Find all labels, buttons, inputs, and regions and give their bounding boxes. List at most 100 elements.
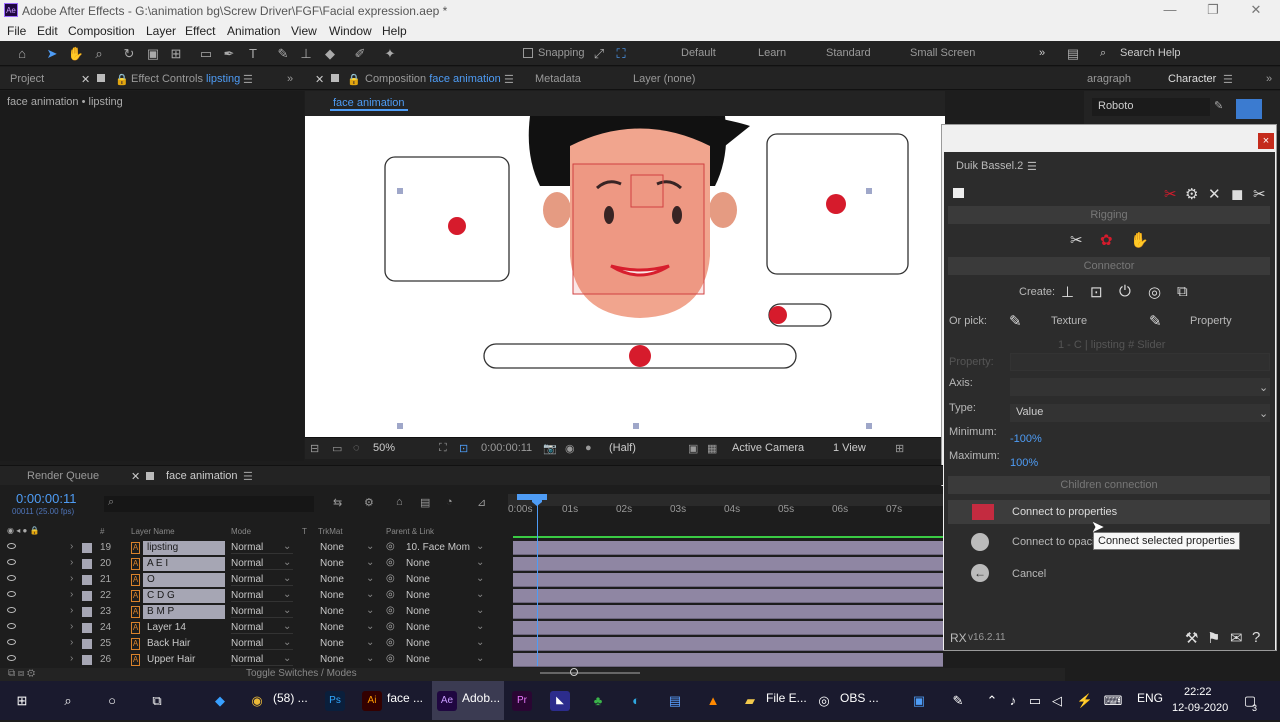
after-effects-taskbar-icon[interactable]: Ae — [437, 691, 457, 711]
tab-effect-controls[interactable]: Effect Controls lipsting — [131, 73, 240, 85]
label-color-icon[interactable] — [82, 575, 92, 585]
mask-icon[interactable]: ◌ — [353, 442, 360, 454]
expand-arrow-icon[interactable]: › — [70, 589, 73, 600]
zoom-tool-icon[interactable]: ⌕ — [90, 45, 108, 63]
workspaces-overflow-icon[interactable]: » — [1039, 47, 1045, 59]
layer-name[interactable]: Layer 14 — [143, 621, 225, 635]
roto-brush-tool-icon[interactable]: ✐ — [351, 45, 369, 63]
expand-arrow-icon[interactable]: › — [70, 605, 73, 616]
table-row[interactable]: › 25 A Back Hair Normal ⌄ None ⌄ ◎ None ⌄ — [0, 636, 510, 652]
layer-duration-bar[interactable] — [513, 589, 943, 603]
parent-select[interactable]: None — [406, 574, 484, 585]
illustrator-task[interactable]: face ... — [387, 691, 423, 711]
layer-duration-bar[interactable] — [513, 557, 943, 571]
connect-opacity-button[interactable]: Connect to opacity — [1012, 536, 1103, 548]
monitor-icon[interactable]: ▭ — [332, 442, 342, 455]
table-row[interactable]: › 21 A O Normal ⌄ None ⌄ ◎ None ⌄ — [0, 572, 510, 588]
pickwhip-icon[interactable]: ◎ — [386, 541, 395, 552]
puppet-tool-icon[interactable]: ✦ — [381, 45, 399, 63]
grid-icon[interactable]: ⊡ — [459, 442, 468, 455]
property-select[interactable] — [1010, 353, 1270, 371]
app-icon[interactable]: ♣ — [588, 691, 608, 711]
workspace-small-screen[interactable]: Small Screen — [910, 47, 975, 59]
maximum-value[interactable]: 100% — [1010, 457, 1038, 469]
menu-animation[interactable]: Animation — [227, 24, 280, 38]
toggle-switches-modes[interactable]: Toggle Switches / Modes — [246, 668, 357, 679]
label-color-icon[interactable] — [82, 623, 92, 633]
photoshop-icon[interactable]: Ps — [325, 691, 345, 711]
table-row[interactable]: › 24 A Layer 14 Normal ⌄ None ⌄ ◎ None ⌄ — [0, 620, 510, 636]
pickwhip-icon[interactable]: ◎ — [386, 557, 395, 568]
chrome-icon[interactable]: ◉ — [247, 691, 267, 711]
view-layout-dropdown[interactable]: 1 View — [833, 442, 866, 454]
label-color-icon[interactable] — [82, 655, 92, 665]
label-color-icon[interactable] — [82, 543, 92, 553]
tab-timeline-comp[interactable]: face animation — [166, 470, 238, 482]
notepad-icon[interactable]: ▤ — [665, 691, 685, 711]
menu-composition[interactable]: Composition — [68, 24, 135, 38]
camera-icon[interactable]: ◼ — [1231, 185, 1243, 203]
eyedropper-icon[interactable]: ✎ — [1214, 99, 1223, 112]
workspace-learn[interactable]: Learn — [758, 47, 786, 59]
type-tool-icon[interactable]: T — [244, 45, 262, 63]
snapshot-icon[interactable]: 📷 — [543, 442, 557, 455]
vlc-icon[interactable]: ▲ — [703, 691, 723, 711]
frame-blend-icon[interactable]: ▤ — [420, 496, 430, 509]
network-icon[interactable]: ⚡ — [1075, 691, 1095, 711]
language-indicator[interactable]: ENG — [1137, 691, 1163, 711]
rotate-tool-icon[interactable]: ↻ — [120, 45, 138, 63]
tray-chevron-icon[interactable]: ⌃ — [982, 691, 1002, 711]
layer-duration-bar[interactable] — [513, 541, 943, 555]
visibility-icon[interactable] — [7, 575, 16, 581]
camera-dropdown[interactable]: Active Camera — [732, 442, 804, 454]
hand-icon[interactable]: ✋ — [1130, 231, 1149, 249]
viewer-timecode[interactable]: 0:00:00:11 — [481, 442, 532, 454]
app-icon[interactable]: ◆ — [210, 691, 230, 711]
label-color-icon[interactable] — [82, 591, 92, 601]
pickwhip-icon[interactable]: ◎ — [386, 589, 395, 600]
pick-texture-label[interactable]: Texture — [1051, 315, 1087, 327]
graph-editor-icon[interactable]: ⊿ — [477, 496, 486, 509]
2d-slider-icon[interactable]: ⊡ — [1090, 283, 1103, 301]
pick-property-label[interactable]: Property — [1190, 315, 1232, 327]
media-encoder-icon[interactable]: ◣ — [550, 691, 570, 711]
edge-icon[interactable]: ◐ — [626, 691, 646, 711]
playhead[interactable] — [537, 496, 538, 666]
parent-select[interactable]: None — [406, 590, 484, 601]
connector-icon[interactable]: ✿ — [1100, 231, 1113, 249]
battery-icon[interactable]: ▭ — [1025, 691, 1045, 711]
label-color-icon[interactable] — [82, 559, 92, 569]
bug-icon[interactable]: ⚑ — [1207, 629, 1220, 647]
tab-composition[interactable]: Composition face animation — [365, 73, 501, 85]
clock-date[interactable]: 12-09-2020 — [1172, 702, 1228, 722]
wrench-icon[interactable]: ⚒ — [1185, 629, 1198, 647]
parent-select[interactable]: None — [406, 638, 484, 649]
minimum-value[interactable]: -100% — [1010, 433, 1042, 445]
visibility-icon[interactable] — [7, 591, 16, 597]
show-snapshot-icon[interactable]: ◉ — [565, 442, 575, 455]
lock-icon[interactable]: 🔒 — [347, 73, 361, 86]
home-icon[interactable]: ⌂ — [13, 45, 31, 63]
preview-icon[interactable]: ⊟ — [310, 442, 319, 455]
resolution-dropdown[interactable]: (Half) — [609, 442, 636, 454]
layer-duration-bar[interactable] — [513, 653, 943, 667]
pen-tool-icon[interactable]: ✒ — [220, 45, 238, 63]
snap-option-icon[interactable]: ⤢ — [590, 45, 608, 63]
panel-menu-icon[interactable]: ☰ — [243, 470, 253, 483]
search-icon[interactable]: ⌕ — [58, 691, 78, 711]
share-view-icon[interactable]: ⊞ — [895, 442, 904, 455]
illustrator-icon[interactable]: Ai — [362, 691, 382, 711]
menu-file[interactable]: File — [7, 24, 26, 38]
close-button[interactable]: ✕ — [1236, 2, 1276, 20]
zoom-slider[interactable] — [540, 672, 640, 674]
snapping-checkbox[interactable] — [523, 48, 533, 58]
region-icon[interactable]: ▣ — [688, 442, 698, 455]
after-effects-task[interactable]: Adob... — [462, 691, 500, 711]
table-row[interactable]: › 22 A C D G Normal ⌄ None ⌄ ◎ None ⌄ — [0, 588, 510, 604]
visibility-icon[interactable] — [7, 607, 16, 613]
layer-name[interactable]: Upper Hair — [143, 653, 225, 667]
effector-icon[interactable]: ⧉ — [1177, 283, 1188, 300]
table-row[interactable]: › 20 A A E I Normal ⌄ None ⌄ ◎ None ⌄ — [0, 556, 510, 572]
visibility-icon[interactable] — [7, 543, 16, 549]
camera-control-icon[interactable]: ◎ — [1148, 283, 1161, 301]
